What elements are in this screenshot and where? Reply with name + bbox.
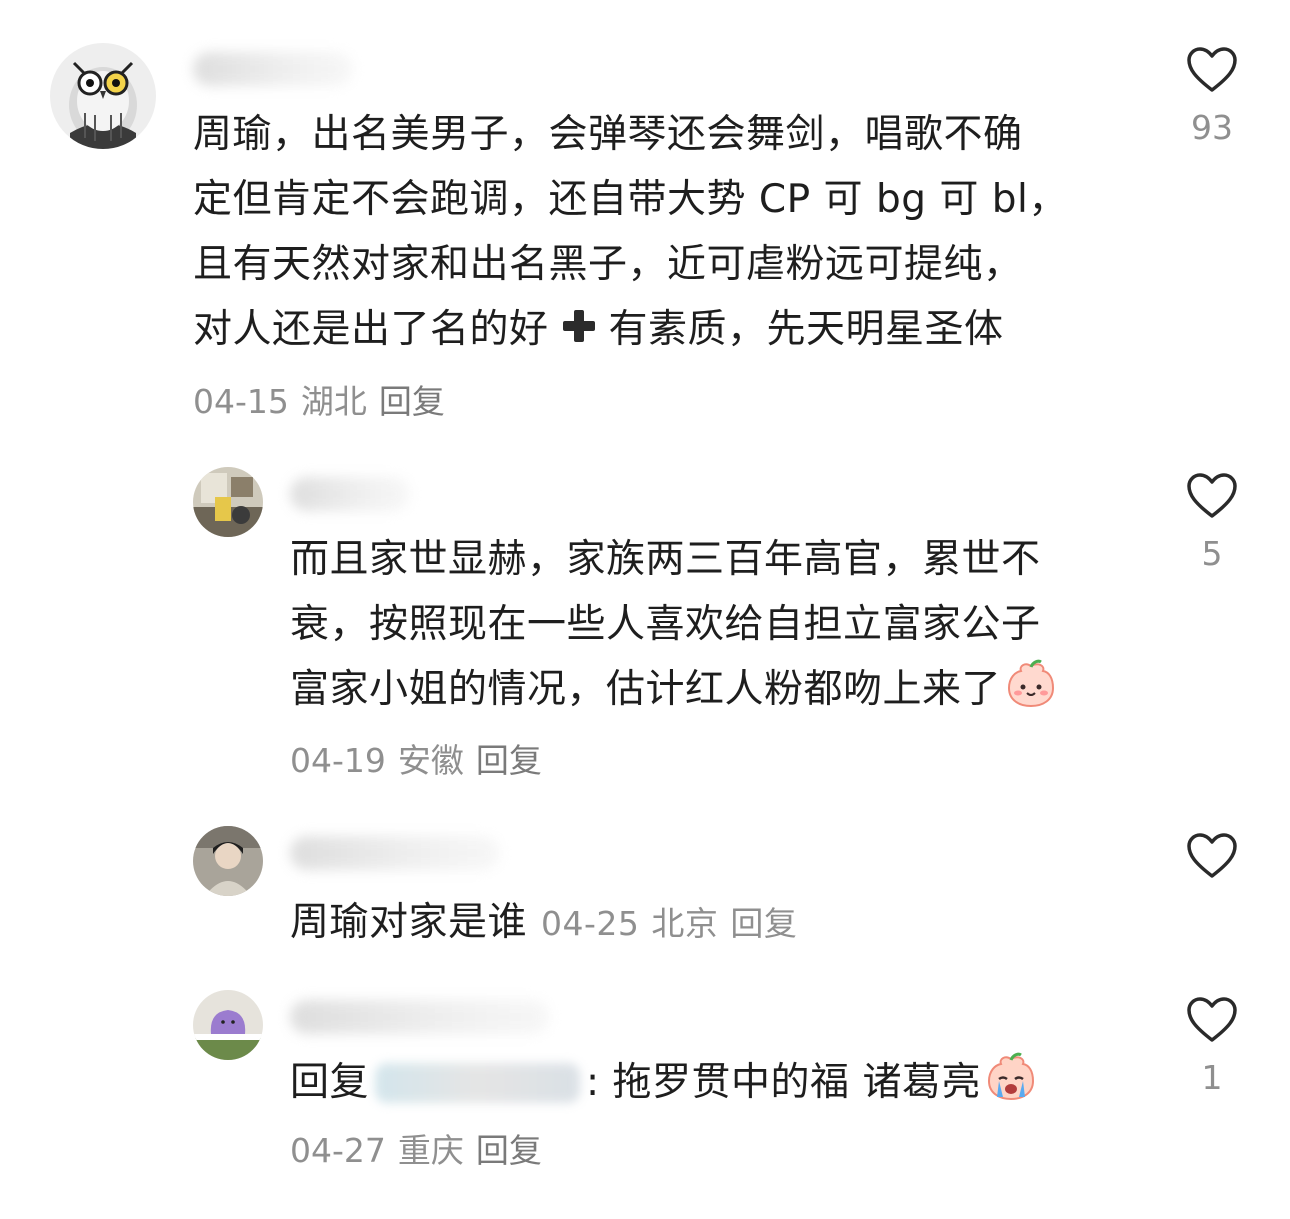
- heart-outline-icon[interactable]: [1185, 46, 1239, 98]
- comment-location: 安徽: [397, 741, 464, 780]
- heavy-plus-icon: [559, 301, 599, 366]
- like-count: 93: [1191, 108, 1233, 147]
- reply-prefix: 回复: [290, 1060, 370, 1105]
- comment-body: 而且家世显赫，家族两三百年高官，累世不 衰，按照现在一些人喜欢给自担立富家公子 …: [290, 527, 1057, 730]
- body-line: 且有天然对家和出名黑子，近可虐粉远可提纯，: [193, 242, 1023, 287]
- username-blurred[interactable]: [290, 1000, 550, 1034]
- peach-cry-emoji: [985, 1051, 1037, 1123]
- body-line: 回复 : 拖罗贯中的福 诸葛亮: [290, 1050, 1037, 1123]
- avatar-person[interactable]: [193, 826, 263, 896]
- comment-date: 04-25: [541, 904, 640, 943]
- username-blurred[interactable]: [290, 477, 410, 511]
- body-line-with-meta: 周瑜对家是谁 04-25 北京 回复: [290, 890, 809, 956]
- comment-location: 北京: [651, 904, 719, 943]
- comment-meta: 04-25 北京 回复: [541, 904, 809, 943]
- heart-outline-icon[interactable]: [1185, 996, 1239, 1048]
- heart-outline-icon[interactable]: [1185, 832, 1239, 884]
- comment-meta: 04-15 湖北 回复: [193, 382, 457, 422]
- body-text-segment: 对人还是出了名的好: [193, 307, 549, 352]
- like-area: 5: [1172, 472, 1252, 573]
- comment-location: 湖北: [300, 382, 367, 421]
- comment-date: 04-27: [290, 1131, 386, 1170]
- mentioned-user-blurred[interactable]: [375, 1063, 581, 1103]
- comment-body: 周瑜对家是谁 04-25 北京 回复: [290, 890, 809, 956]
- comment-2: 而且家世显赫，家族两三百年高官，累世不 衰，按照现在一些人喜欢给自担立富家公子 …: [0, 440, 1290, 790]
- like-area: [1172, 832, 1252, 884]
- body-text-segment: 富家小姐的情况，估计红人粉都吻上来了: [290, 667, 1002, 712]
- heart-outline-icon[interactable]: [1185, 472, 1239, 524]
- reply-button[interactable]: 回复: [379, 382, 445, 421]
- body-line: 定但肯定不会跑调，还自带大势 CP 可 bg 可 bl，: [193, 177, 1068, 222]
- comment-meta: 04-27 重庆 回复: [290, 1131, 554, 1171]
- like-count: 1: [1201, 1058, 1223, 1097]
- body-line-with-emoji: 富家小姐的情况，估计红人粉都吻上来了: [290, 657, 1057, 730]
- comment-meta: 04-19 安徽 回复: [290, 741, 554, 781]
- comment-location: 重庆: [397, 1131, 464, 1170]
- username-blurred[interactable]: [290, 836, 500, 870]
- like-count: 5: [1201, 534, 1223, 573]
- body-text-segment: 有素质，先天明星圣体: [608, 307, 1004, 352]
- comment-date: 04-19: [290, 741, 386, 780]
- body-text-segment: 周瑜对家是谁: [290, 900, 528, 945]
- reply-button[interactable]: 回复: [730, 904, 797, 943]
- comment-3: 周瑜对家是谁 04-25 北京 回复: [0, 790, 1290, 970]
- body-line: 衰，按照现在一些人喜欢给自担立富家公子: [290, 602, 1041, 647]
- username-blurred[interactable]: [193, 52, 353, 86]
- comment-body: 回复 : 拖罗贯中的福 诸葛亮: [290, 1050, 1037, 1123]
- peach-smile-emoji: [1005, 658, 1057, 730]
- body-line: 周瑜，出名美男子，会弹琴还会舞剑，唱歌不确: [193, 112, 1023, 157]
- body-text-segment: : 拖罗贯中的福 诸葛亮: [586, 1060, 981, 1105]
- like-area: 1: [1172, 996, 1252, 1097]
- comment-1: 周瑜，出名美男子，会弹琴还会舞剑，唱歌不确 定但肯定不会跑调，还自带大势 CP …: [0, 0, 1290, 440]
- reply-button[interactable]: 回复: [476, 741, 542, 780]
- avatar-owl[interactable]: [50, 43, 156, 149]
- like-area: 93: [1172, 46, 1252, 147]
- comment-4: 回复 : 拖罗贯中的福 诸葛亮 04-27 重庆 回复 1: [0, 970, 1290, 1219]
- reply-button[interactable]: 回复: [476, 1131, 542, 1170]
- body-line-with-plus: 对人还是出了名的好 有素质，先天明星圣体: [193, 297, 1068, 366]
- body-line: 而且家世显赫，家族两三百年高官，累世不: [290, 537, 1041, 582]
- avatar-room[interactable]: [193, 467, 263, 537]
- comment-date: 04-15: [193, 382, 289, 421]
- comment-body: 周瑜，出名美男子，会弹琴还会舞剑，唱歌不确 定但肯定不会跑调，还自带大势 CP …: [193, 102, 1068, 366]
- avatar-purple-creature[interactable]: [193, 990, 263, 1060]
